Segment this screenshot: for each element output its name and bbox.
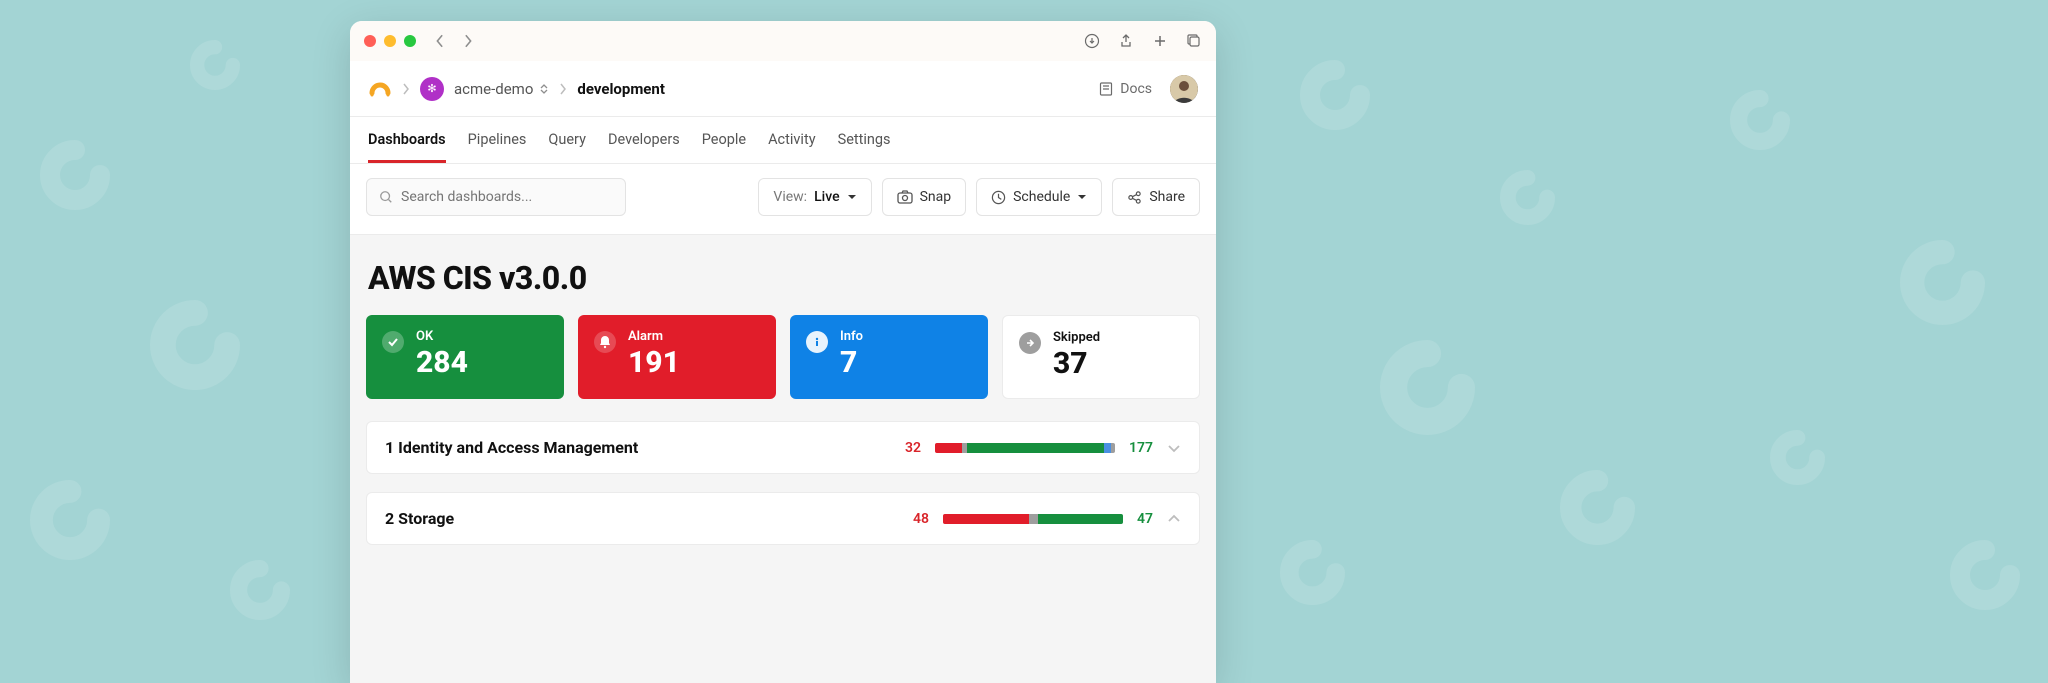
section-row[interactable]: 1 Identity and Access Management 32 177 — [366, 421, 1200, 474]
share-up-icon[interactable] — [1118, 33, 1134, 49]
breadcrumb-separator-icon — [402, 83, 410, 95]
bell-icon — [594, 331, 616, 353]
tab-pipelines[interactable]: Pipelines — [468, 117, 527, 163]
app-window: ✻ acme-demo development Docs Dashboards P… — [350, 21, 1216, 683]
breadcrumb: ✻ acme-demo development Docs — [350, 61, 1216, 117]
section-fail-count: 48 — [913, 511, 929, 527]
section-pass-count: 47 — [1137, 511, 1153, 527]
page-title: AWS CIS v3.0.0 — [368, 259, 1200, 297]
info-label: Info — [840, 329, 863, 344]
forward-icon[interactable] — [462, 34, 474, 48]
ok-count: 284 — [416, 346, 468, 379]
tab-activity[interactable]: Activity — [768, 117, 815, 163]
alarm-label: Alarm — [628, 329, 680, 344]
environment-label[interactable]: development — [577, 80, 665, 98]
alarm-card[interactable]: Alarm 191 — [578, 315, 776, 399]
copy-icon[interactable] — [1186, 33, 1202, 49]
schedule-button[interactable]: Schedule — [976, 178, 1102, 216]
plus-icon[interactable] — [1152, 33, 1168, 49]
tab-people[interactable]: People — [702, 117, 746, 163]
app-logo-icon[interactable] — [368, 77, 392, 101]
section-title: 1 Identity and Access Management — [385, 438, 891, 457]
ok-card[interactable]: OK 284 — [366, 315, 564, 399]
skipped-count: 37 — [1053, 347, 1100, 380]
docs-link[interactable]: Docs — [1098, 81, 1152, 97]
search-input[interactable] — [366, 178, 626, 216]
org-avatar-icon[interactable]: ✻ — [420, 77, 444, 101]
book-icon — [1098, 81, 1114, 97]
minimize-window-icon[interactable] — [384, 35, 396, 47]
view-value: Live — [814, 189, 839, 205]
check-circle-icon — [382, 331, 404, 353]
tab-settings[interactable]: Settings — [838, 117, 891, 163]
snap-label: Snap — [920, 189, 952, 205]
section-row[interactable]: 2 Storage 48 47 — [366, 492, 1200, 545]
chevron-up-icon[interactable] — [1167, 509, 1181, 528]
skipped-card[interactable]: Skipped 37 — [1002, 315, 1200, 399]
search-icon — [379, 190, 393, 204]
maximize-window-icon[interactable] — [404, 35, 416, 47]
caret-down-icon — [847, 193, 857, 201]
main-tabs: Dashboards Pipelines Query Developers People… — [350, 117, 1216, 164]
share-label: Share — [1149, 189, 1185, 205]
dashboard-content: AWS CIS v3.0.0 OK 284 Alarm 191 Info 7 Skip… — [350, 235, 1216, 683]
search-field[interactable] — [401, 189, 613, 205]
info-card[interactable]: Info 7 — [790, 315, 988, 399]
sort-toggle-icon — [539, 83, 549, 95]
skipped-label: Skipped — [1053, 330, 1100, 345]
section-title: 2 Storage — [385, 509, 899, 528]
view-mode-selector[interactable]: View: Live — [758, 178, 871, 216]
section-pass-count: 177 — [1129, 440, 1153, 456]
org-name-label: acme-demo — [454, 80, 533, 98]
schedule-label: Schedule — [1013, 189, 1070, 205]
snap-button[interactable]: Snap — [882, 178, 967, 216]
ok-label: OK — [416, 329, 468, 344]
org-selector[interactable]: acme-demo — [454, 80, 549, 98]
close-window-icon[interactable] — [364, 35, 376, 47]
share-button[interactable]: Share — [1112, 178, 1200, 216]
camera-icon — [897, 190, 913, 204]
download-icon[interactable] — [1084, 33, 1100, 49]
avatar[interactable] — [1170, 75, 1198, 103]
chevron-down-icon[interactable] — [1167, 438, 1181, 457]
share-nodes-icon — [1127, 190, 1142, 205]
caret-down-icon — [1077, 193, 1087, 201]
window-controls — [364, 35, 416, 47]
info-count: 7 — [840, 346, 863, 379]
summary-cards: OK 284 Alarm 191 Info 7 Skipped 37 — [366, 315, 1200, 399]
section-progress-bar — [943, 514, 1123, 524]
docs-label: Docs — [1120, 81, 1152, 97]
breadcrumb-separator-icon — [559, 83, 567, 95]
section-progress-bar — [935, 443, 1115, 453]
view-label: View: — [773, 189, 807, 205]
info-icon — [806, 331, 828, 353]
alarm-count: 191 — [628, 346, 680, 379]
tab-developers[interactable]: Developers — [608, 117, 680, 163]
tab-query[interactable]: Query — [548, 117, 586, 163]
back-icon[interactable] — [434, 34, 446, 48]
dashboard-toolbar: View: Live Snap Schedule Share — [350, 164, 1216, 235]
section-fail-count: 32 — [905, 440, 921, 456]
clock-icon — [991, 190, 1006, 205]
titlebar — [350, 21, 1216, 61]
tab-dashboards[interactable]: Dashboards — [368, 117, 446, 163]
arrow-right-circle-icon — [1019, 332, 1041, 354]
